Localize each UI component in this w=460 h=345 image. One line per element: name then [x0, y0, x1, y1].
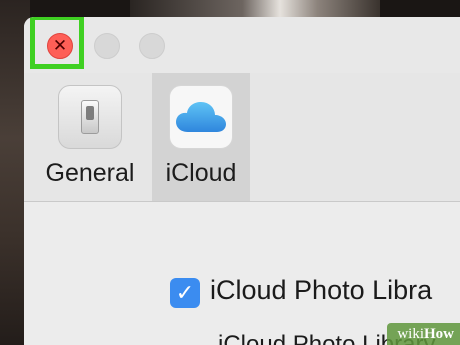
close-button-highlight: [30, 17, 84, 69]
photo-library-checkbox-label: iCloud Photo Libra: [210, 275, 433, 305]
maximize-button[interactable]: [139, 33, 165, 59]
title-bar: ✕: [24, 17, 460, 73]
minimize-button[interactable]: [94, 33, 120, 59]
tab-icloud[interactable]: iCloud: [152, 73, 250, 201]
watermark-suffix: How: [424, 326, 454, 342]
preferences-toolbar: General iCloud: [24, 73, 460, 202]
wikihow-watermark: wikiHow: [387, 323, 460, 345]
preferences-window: ✕ General iCloud ✓ iCloud Photo Libra iC…: [24, 17, 460, 345]
tab-general-label: General: [45, 159, 135, 187]
tab-general[interactable]: General: [40, 73, 140, 201]
watermark-prefix: wiki: [397, 326, 424, 342]
cloud-icon: [169, 85, 233, 149]
photo-library-checkbox[interactable]: ✓: [170, 278, 200, 308]
checkmark-icon: ✓: [175, 280, 195, 306]
tab-icloud-label: iCloud: [165, 159, 237, 187]
light-switch-icon: [58, 85, 122, 149]
